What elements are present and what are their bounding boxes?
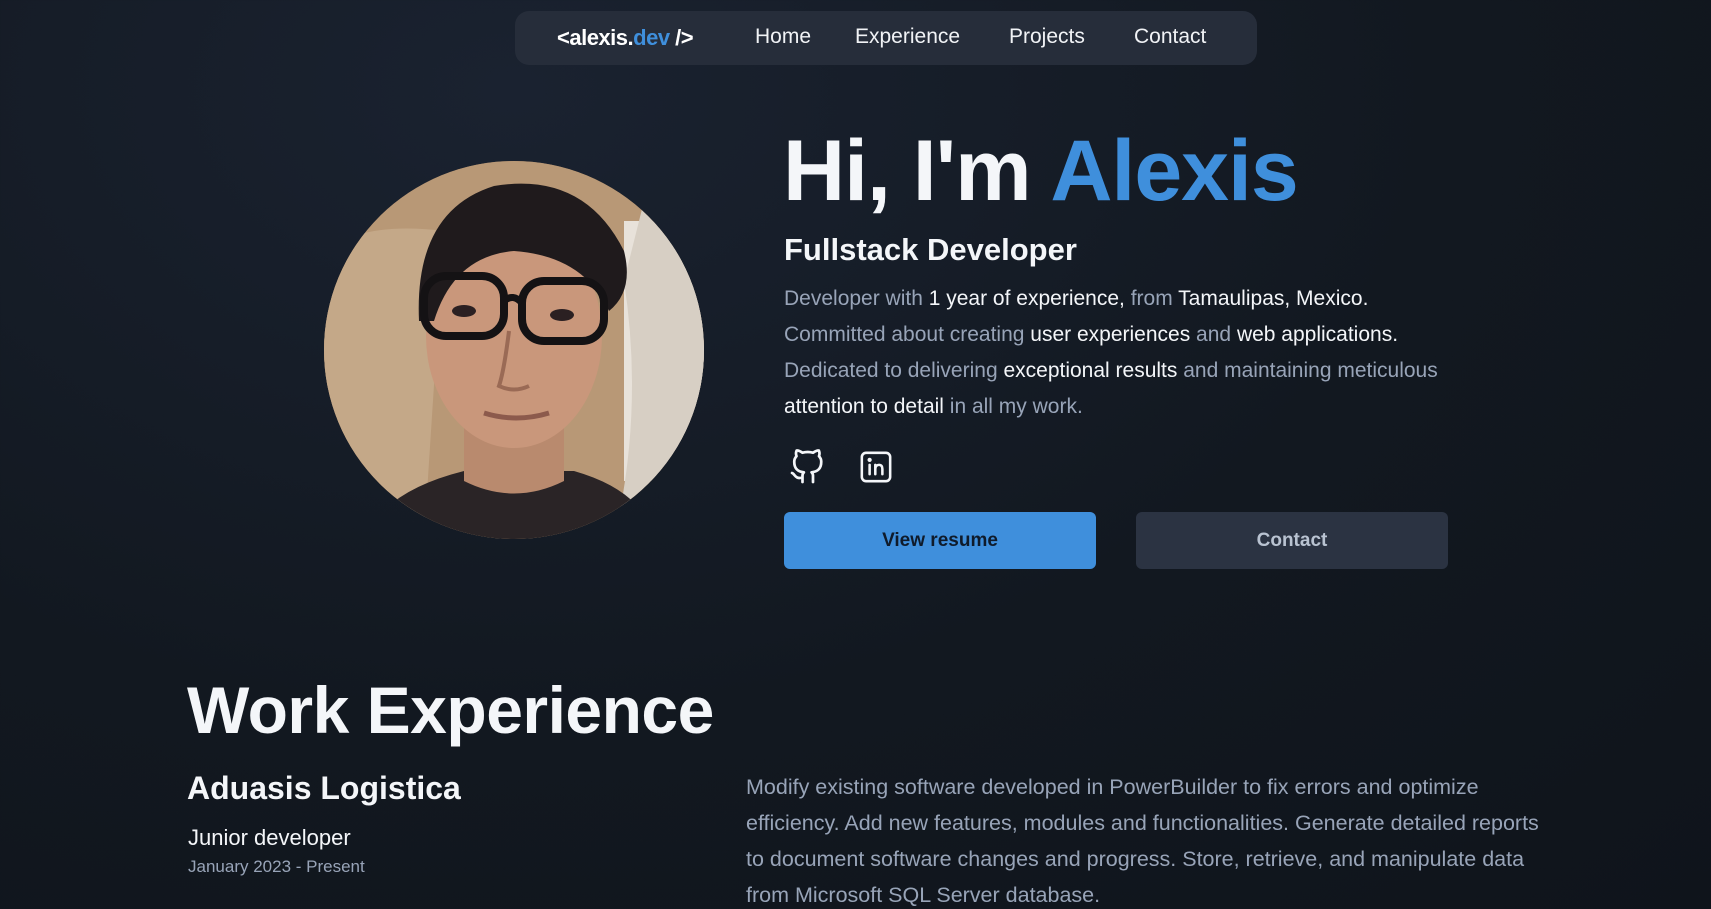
bio-segment: Committed about creating bbox=[784, 323, 1031, 346]
site-logo[interactable]: <alexis.dev /> bbox=[557, 25, 694, 51]
company-name: Aduasis Logistica bbox=[187, 770, 461, 806]
bio-segment: Developer with bbox=[784, 287, 929, 310]
github-icon bbox=[789, 448, 825, 490]
hero-subtitle: Fullstack Developer bbox=[784, 232, 1077, 267]
hero-name: Alexis bbox=[1050, 123, 1298, 219]
contact-button[interactable]: Contact bbox=[1136, 512, 1448, 569]
job-dates: January 2023 - Present bbox=[188, 857, 365, 876]
hero-title: Hi, I'm Alexis bbox=[783, 122, 1299, 221]
linkedin-link[interactable] bbox=[856, 449, 896, 489]
logo-accent: dev bbox=[633, 25, 670, 50]
view-resume-button[interactable]: View resume bbox=[784, 512, 1096, 569]
bio-segment: Dedicated to delivering bbox=[784, 359, 1004, 382]
work-experience-title: Work Experience bbox=[187, 673, 714, 747]
navbar: <alexis.dev /> Home Experience Projects … bbox=[515, 11, 1257, 65]
bio-segment: in all my work. bbox=[943, 395, 1083, 418]
bio-highlight: web applications. bbox=[1236, 323, 1399, 346]
nav-link-projects[interactable]: Projects bbox=[1009, 25, 1085, 49]
bio-highlight: user experiences bbox=[1030, 323, 1191, 346]
bio-highlight: exceptional results bbox=[1003, 359, 1178, 382]
profile-photo bbox=[324, 161, 704, 539]
github-link[interactable] bbox=[787, 448, 827, 490]
linkedin-icon bbox=[859, 450, 893, 489]
bio-highlight: attention to detail bbox=[784, 395, 944, 418]
logo-suffix: /> bbox=[669, 25, 694, 50]
profile-photo-illustration bbox=[324, 161, 704, 539]
nav-link-home[interactable]: Home bbox=[755, 25, 811, 49]
hero-bio: Developer with 1 year of experience, fro… bbox=[784, 281, 1464, 425]
bio-highlight: Tamaulipas, Mexico. bbox=[1178, 287, 1369, 310]
job-description: Modify existing software developed in Po… bbox=[746, 775, 1539, 907]
bio-segment: and maintaining meticulous bbox=[1177, 359, 1438, 382]
bio-segment: and bbox=[1190, 323, 1237, 346]
bio-segment: from bbox=[1124, 287, 1179, 310]
nav-link-contact[interactable]: Contact bbox=[1134, 25, 1206, 49]
bio-highlight: 1 year of experience, bbox=[928, 287, 1125, 310]
logo-prefix: <alexis. bbox=[557, 25, 634, 50]
job-role: Junior developer bbox=[188, 825, 351, 850]
nav-link-experience[interactable]: Experience bbox=[855, 25, 960, 49]
hero-greeting: Hi, I'm bbox=[783, 123, 1051, 219]
